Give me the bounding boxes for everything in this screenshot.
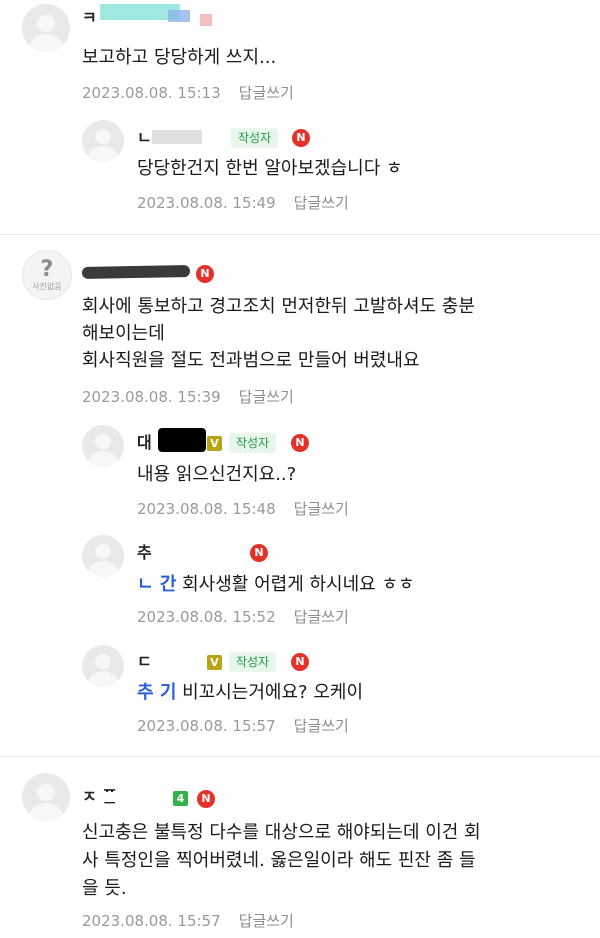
writer-badge: 작성자 <box>229 652 277 672</box>
comment-meta: 2023.08.08. 15:49 답글쓰기 <box>137 192 349 213</box>
new-badge-icon: N <box>292 129 310 147</box>
redaction-mark <box>152 130 202 144</box>
comment-text: 보고하고 당당하게 쓰지... <box>82 47 277 68</box>
comment-timestamp: 2023.08.08. 15:57 <box>82 912 221 930</box>
reply-button[interactable]: 답글쓰기 <box>294 608 349 626</box>
verified-badge-icon: V <box>207 436 222 451</box>
author-nickname[interactable]: ㄷ <box>137 652 152 672</box>
profile-avatar[interactable] <box>22 4 70 52</box>
comment-text-line: 회사에 통보하고 경고조치 먼저한뒤 고발하셔도 충분 <box>82 296 475 317</box>
mention-link[interactable]: ㄴ 간 <box>137 574 176 595</box>
redaction-mark <box>200 14 212 26</box>
author-nickname[interactable]: 대 <box>137 433 152 453</box>
comment-text-line: 회사직원을 절도 전과범으로 만들어 버렸내요 <box>82 350 420 371</box>
comment-text-line: 사 특정인을 찍어버렸네. 옳은일이라 해도 핀잔 좀 들 <box>82 850 476 871</box>
reply-button[interactable]: 답글쓰기 <box>294 500 349 518</box>
author-nickname[interactable]: ㅋ <box>82 8 97 28</box>
comment-text-row: ㄴ 간 회사생활 어렵게 하시네요 ㅎㅎ <box>137 572 415 598</box>
comment-timestamp: 2023.08.08. 15:49 <box>137 194 276 212</box>
comment-meta: 2023.08.08. 15:57 답글쓰기 <box>82 910 294 931</box>
level-badge-icon: 4 <box>173 791 188 806</box>
comment-divider <box>0 756 600 757</box>
new-badge-icon: N <box>250 544 268 562</box>
profile-avatar[interactable] <box>82 120 124 162</box>
comment-meta: 2023.08.08. 15:52 답글쓰기 <box>137 606 349 627</box>
reply-button[interactable]: 답글쓰기 <box>294 194 349 212</box>
redaction-mark <box>168 10 190 22</box>
reply-button[interactable]: 답글쓰기 <box>239 388 294 406</box>
comment-text-row: 추 기 비꼬시는거에요? 오케이 <box>137 680 363 706</box>
comment-meta: 2023.08.08. 15:13 답글쓰기 <box>82 82 294 103</box>
comment-text: 당당한건지 한번 알아보겠습니다 ㅎ <box>137 158 403 179</box>
comment-text: 비꼬시는거에요? 오케이 <box>182 682 363 703</box>
redaction-mark <box>154 546 242 558</box>
redaction-mark <box>98 792 148 802</box>
no-image-avatar[interactable]: ? 사진없음 <box>22 250 72 300</box>
reply-button[interactable]: 답글쓰기 <box>239 912 294 930</box>
new-badge-icon: N <box>197 790 215 808</box>
author-nickname[interactable]: ㄴ <box>137 128 152 148</box>
comment-text-line: 을 듯. <box>82 878 127 899</box>
new-badge-icon: N <box>291 653 309 671</box>
writer-badge: 작성자 <box>229 433 277 453</box>
profile-avatar[interactable] <box>22 773 70 821</box>
comment-text-line: 해보이는데 <box>82 323 165 344</box>
reply-button[interactable]: 답글쓰기 <box>294 717 349 735</box>
avatar-silhouette-icon <box>95 434 111 450</box>
question-mark-icon: ? <box>40 257 54 282</box>
reply-button[interactable]: 답글쓰기 <box>239 84 294 102</box>
profile-avatar[interactable] <box>82 645 124 687</box>
comment-text: 내용 읽으신건지요..? <box>137 464 297 485</box>
redaction-mark <box>158 428 206 452</box>
comment-timestamp: 2023.08.08. 15:13 <box>82 84 221 102</box>
comment-meta: 2023.08.08. 15:48 답글쓰기 <box>137 498 349 519</box>
new-badge-icon: N <box>291 434 309 452</box>
comment-timestamp: 2023.08.08. 15:39 <box>82 388 221 406</box>
new-badge-icon: N <box>196 265 214 283</box>
comment-text-line: 신고충은 불특정 다수를 대상으로 해야되는데 이건 회 <box>82 822 481 843</box>
avatar-silhouette-icon <box>95 544 111 560</box>
comment-meta: 2023.08.08. 15:39 답글쓰기 <box>82 386 294 407</box>
comment-timestamp: 2023.08.08. 15:52 <box>137 608 276 626</box>
redaction-mark <box>81 265 191 279</box>
profile-avatar[interactable] <box>82 535 124 577</box>
verified-badge-icon: V <box>207 655 222 670</box>
avatar-silhouette-icon <box>37 783 55 801</box>
avatar-silhouette-icon <box>95 654 111 670</box>
avatar-caption: 사진없음 <box>32 282 62 291</box>
comment-timestamp: 2023.08.08. 15:57 <box>137 717 276 735</box>
author-nickname[interactable]: 추 <box>137 543 152 563</box>
comment-meta: 2023.08.08. 15:57 답글쓰기 <box>137 715 349 736</box>
avatar-silhouette-icon <box>95 129 111 145</box>
writer-badge: 작성자 <box>231 128 279 148</box>
comment-timestamp: 2023.08.08. 15:48 <box>137 500 276 518</box>
comment-text: 회사생활 어렵게 하시네요 ㅎㅎ <box>182 574 415 595</box>
profile-avatar[interactable] <box>82 425 124 467</box>
comment-divider <box>0 234 600 235</box>
avatar-silhouette-icon <box>37 14 55 32</box>
mention-link[interactable]: 추 기 <box>137 682 176 703</box>
